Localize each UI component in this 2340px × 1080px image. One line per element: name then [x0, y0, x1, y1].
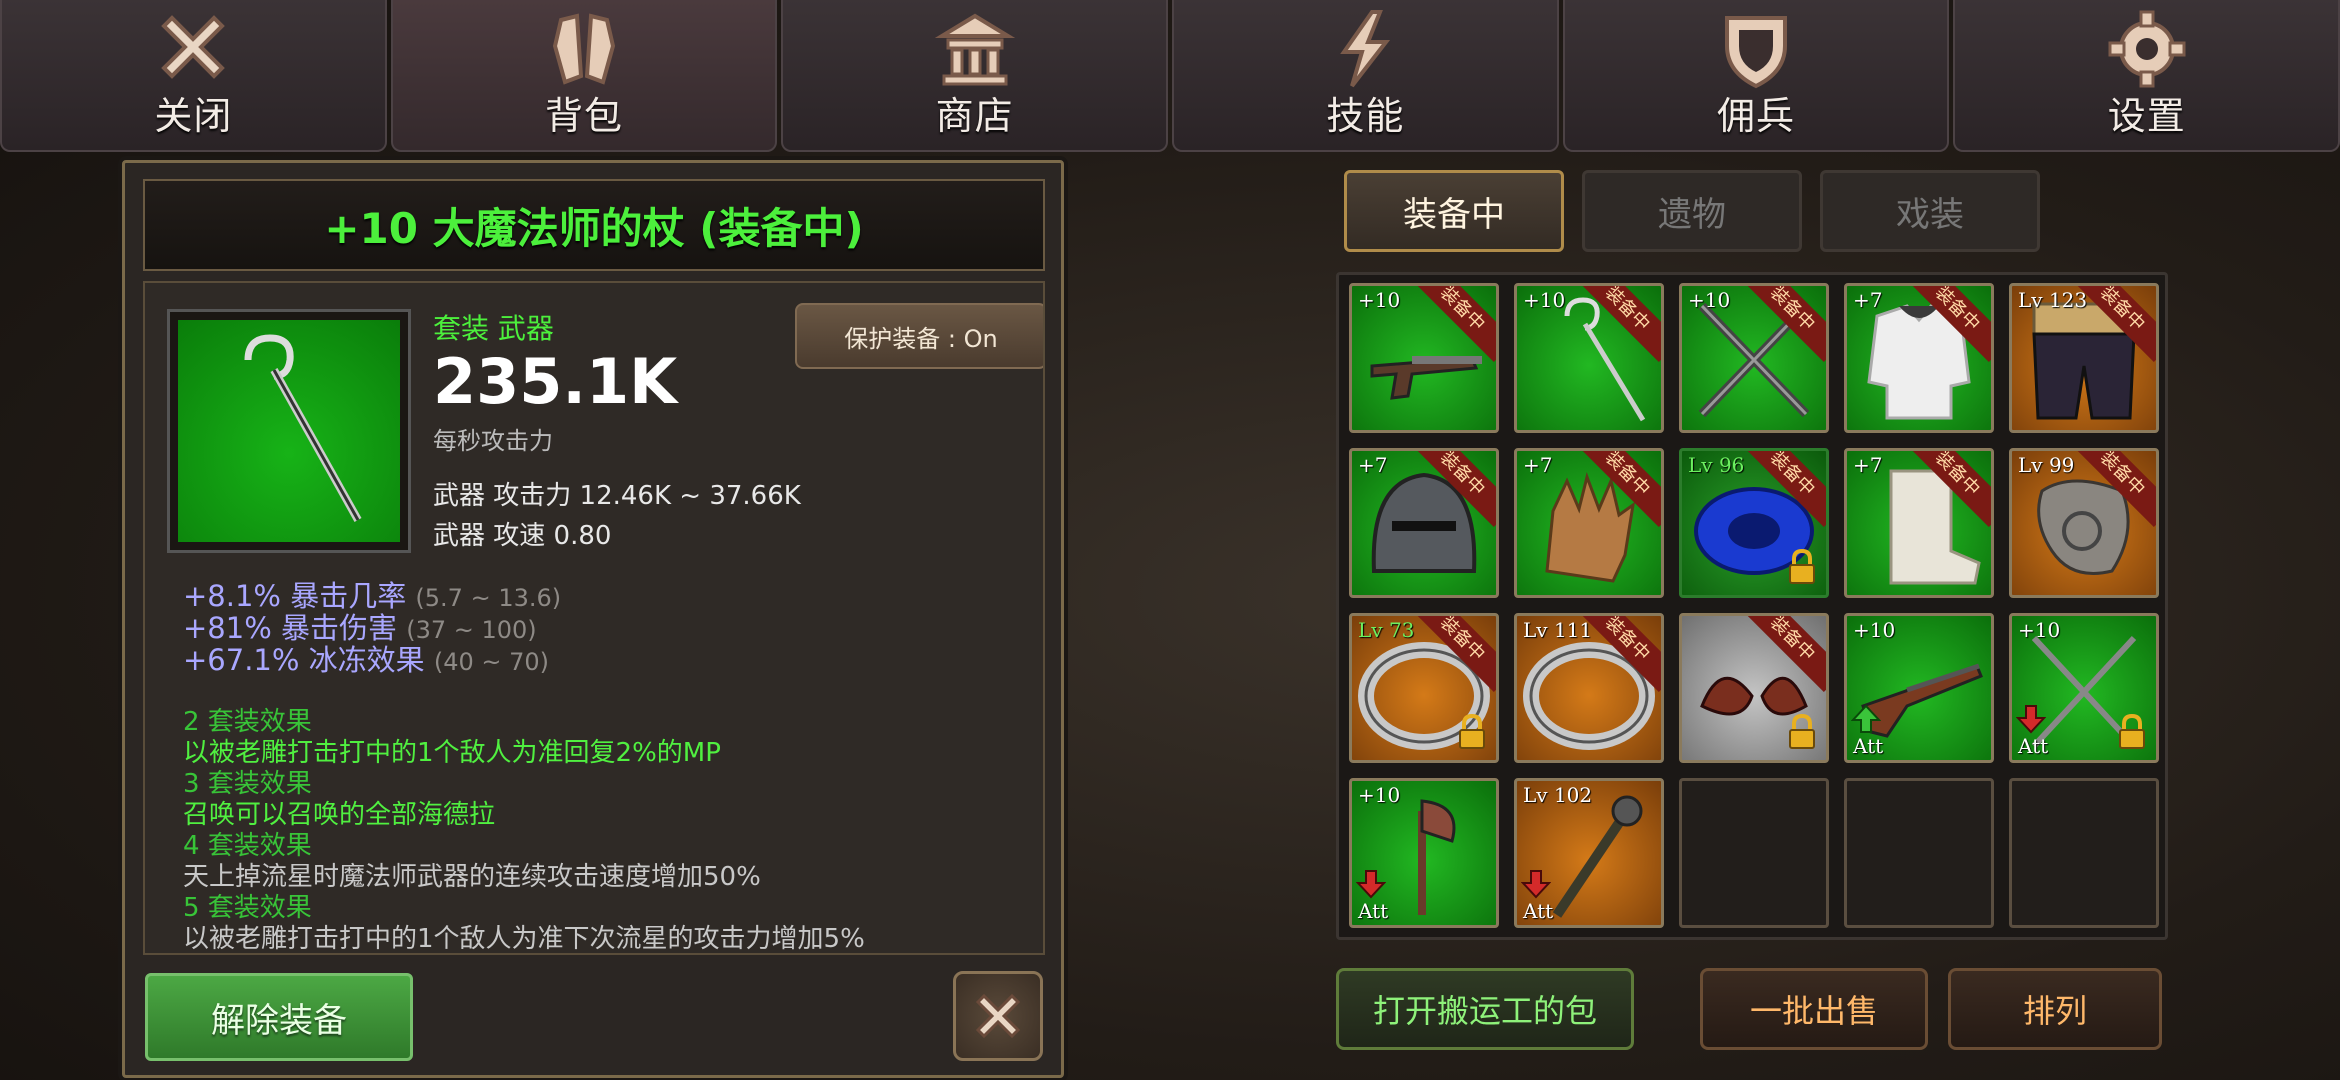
inventory-slot[interactable]: Lv 73 装备中	[1349, 613, 1499, 763]
close-detail-button[interactable]	[953, 971, 1043, 1061]
slot-level: Lv 73	[1358, 618, 1415, 642]
inventory-slot[interactable]: +10 装备中	[1514, 283, 1664, 433]
slot-level: Lv 96	[1688, 453, 1745, 477]
tab-label: 设置	[2107, 94, 2186, 138]
item-title: +10 大魔法师的杖 (装备中)	[324, 203, 864, 253]
inventory-slot-empty[interactable]	[1679, 778, 1829, 928]
inventory-slot[interactable]: Lv 111 装备中	[1514, 613, 1664, 763]
tab-label: 商店	[935, 94, 1014, 138]
slot-level: +10	[1688, 288, 1731, 312]
item-detail-body[interactable]: 套装 武器 235.1K 每秒攻击力 保护装备 : On 武器 攻击力 12.4…	[143, 281, 1045, 955]
tab-label: 背包	[545, 94, 624, 138]
tab-close[interactable]: 关闭	[0, 0, 387, 152]
tab-shop[interactable]: 商店	[781, 0, 1169, 152]
weapon-attack: 武器 攻击力 12.46K ~ 37.66K	[433, 481, 801, 511]
inventory-slot[interactable]: +7 装备中	[1844, 283, 1994, 433]
inventory-slot[interactable]: Lv 102 Att	[1514, 778, 1664, 928]
tab-skill[interactable]: 技能	[1172, 0, 1559, 152]
subtab-costume[interactable]: 戏装	[1820, 170, 2040, 252]
slot-level: Lv 99	[2018, 453, 2075, 477]
slot-att-label: Att	[1523, 899, 1554, 923]
slot-level: +10	[1358, 783, 1401, 807]
tab-backpack[interactable]: 背包	[390, 0, 778, 152]
inventory-slot[interactable]: +7 装备中	[1514, 448, 1664, 598]
skill-lightning-icon	[1322, 6, 1408, 92]
inventory-slot[interactable]: Lv 123 装备中	[2009, 283, 2159, 433]
slot-att-label: Att	[1358, 899, 1389, 923]
inventory-slot-empty[interactable]	[2009, 778, 2159, 928]
slot-level: +7	[1853, 453, 1883, 477]
inventory-slot[interactable]: Lv 99 装备中	[2009, 448, 2159, 598]
inventory-subtabs: 装备中 遗物 戏装	[1344, 170, 2040, 252]
subtab-relics[interactable]: 遗物	[1582, 170, 1802, 252]
arrow-down-icon	[1520, 869, 1552, 903]
inventory-slot[interactable]: 装备中	[1679, 613, 1829, 763]
gear-icon	[2104, 6, 2190, 92]
slot-level: Lv 111	[1523, 618, 1593, 642]
close-icon	[975, 993, 1021, 1039]
close-icon	[150, 6, 236, 92]
item-category: 套装 武器	[433, 312, 554, 345]
attribute-range: (40 ~ 70)	[433, 648, 550, 676]
lock-icon	[1456, 713, 1488, 754]
slot-level: Lv 123	[2018, 288, 2088, 312]
protect-equipment-toggle[interactable]: 保护装备 : On	[795, 303, 1043, 369]
sort-button[interactable]: 排列	[1948, 968, 2162, 1050]
bulk-sell-button[interactable]: 一批出售	[1700, 968, 1928, 1050]
tab-settings[interactable]: 设置	[1953, 0, 2340, 152]
attribute-text: +67.1% 冰冻效果	[183, 643, 425, 677]
set-effect-desc: 以被老雕打击打中的1个敌人为准下次流星的攻击力增加5%	[183, 924, 865, 954]
slot-level: Lv 102	[1523, 783, 1593, 807]
lock-icon	[1786, 548, 1818, 589]
slot-level: +10	[1358, 288, 1401, 312]
slot-level: +10	[2018, 618, 2061, 642]
inventory-slot[interactable]: +10 装备中	[1679, 283, 1829, 433]
subtab-equipped[interactable]: 装备中	[1344, 170, 1564, 252]
item-dps: 235.1K	[433, 345, 678, 418]
inventory-slot[interactable]: +7 装备中	[1844, 448, 1994, 598]
staff-icon	[178, 320, 400, 542]
inventory-grid: +10 装备中 +10 装备中 +10 装备中 +7 装备中 Lv 123 装备中 +7 装备中 +7 装…	[1336, 272, 2168, 940]
lock-icon	[2116, 713, 2148, 754]
inventory-slot[interactable]: Lv 96 装备中	[1679, 448, 1829, 598]
arrow-up-icon	[1850, 704, 1882, 738]
slot-level: +7	[1853, 288, 1883, 312]
slot-level: +7	[1358, 453, 1388, 477]
slot-level: +10	[1853, 618, 1896, 642]
weapon-speed: 武器 攻速 0.80	[433, 521, 612, 551]
tab-label: 关闭	[154, 94, 233, 138]
inventory-slot[interactable]: +10 Att	[1844, 613, 1994, 763]
backpack-icon	[541, 6, 627, 92]
slot-level: +7	[1523, 453, 1553, 477]
inventory-slot-empty[interactable]	[1844, 778, 1994, 928]
arrow-down-icon	[2015, 704, 2047, 738]
inventory-slot[interactable]: +10 Att	[2009, 613, 2159, 763]
arrow-down-icon	[1355, 869, 1387, 903]
top-nav: 关闭 背包 商店 技能 佣兵 设置	[0, 0, 2340, 154]
slot-att-label: Att	[2018, 734, 2049, 758]
attribute-line: +67.1% 冰冻效果 (40 ~ 70)	[183, 637, 549, 679]
unequip-button[interactable]: 解除装备	[145, 973, 413, 1061]
tab-mercenary[interactable]: 佣兵	[1562, 0, 1950, 152]
slot-att-label: Att	[1853, 734, 1884, 758]
item-dps-label: 每秒攻击力	[433, 427, 553, 455]
inventory-slot[interactable]: +10 装备中	[1349, 283, 1499, 433]
inventory-slot[interactable]: +10 Att	[1349, 778, 1499, 928]
tab-label: 技能	[1326, 94, 1405, 138]
shop-icon	[932, 6, 1018, 92]
slot-level: +10	[1523, 288, 1566, 312]
open-porter-bag-button[interactable]: 打开搬运工的包	[1336, 968, 1634, 1050]
item-title-bar: +10 大魔法师的杖 (装备中)	[143, 179, 1045, 271]
item-icon-frame	[167, 309, 411, 553]
tab-label: 佣兵	[1717, 94, 1796, 138]
item-detail-panel: +10 大魔法师的杖 (装备中) 套装 武器 235.1K 每秒攻击力 保护装备…	[122, 160, 1064, 1078]
lock-icon	[1786, 713, 1818, 754]
inventory-slot[interactable]: +7 装备中	[1349, 448, 1499, 598]
shield-mercenary-icon	[1713, 6, 1799, 92]
